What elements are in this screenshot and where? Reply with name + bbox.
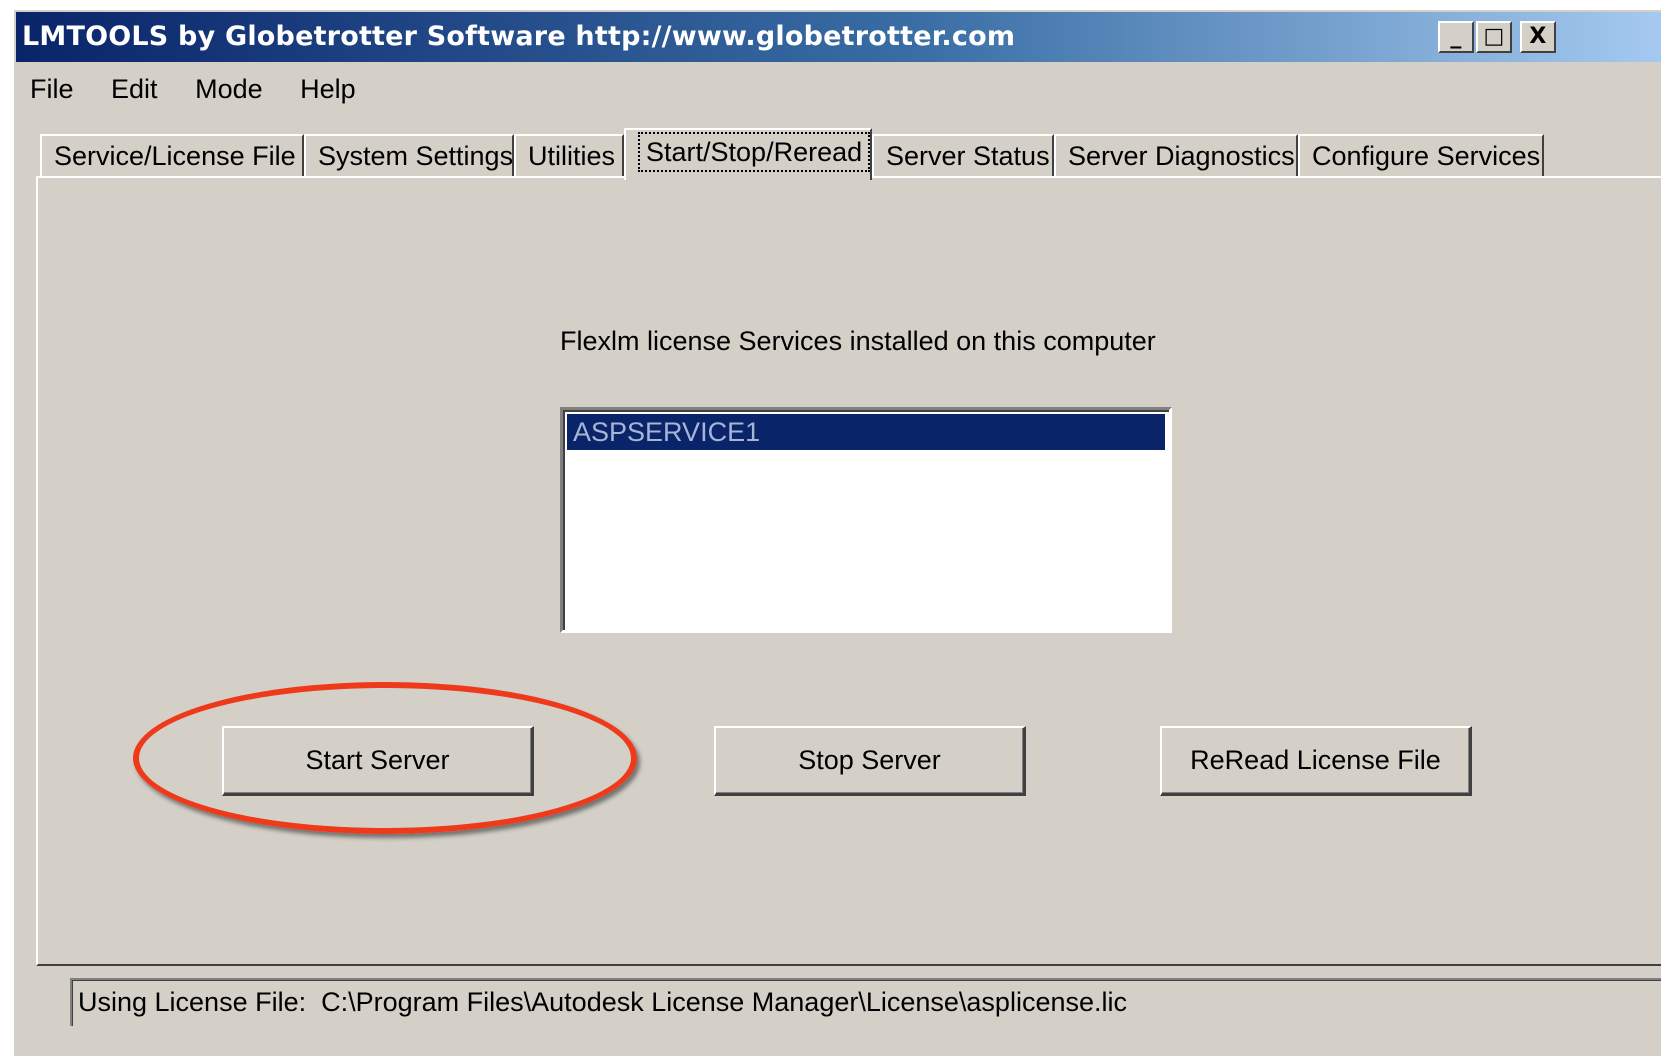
stop-server-button[interactable]: Stop Server bbox=[714, 726, 1026, 796]
tab-configure-services[interactable]: Configure Services bbox=[1298, 134, 1544, 178]
tab-service-license-file[interactable]: Service/License File bbox=[40, 134, 304, 178]
menu-edit[interactable]: Edit bbox=[111, 74, 158, 105]
close-button[interactable]: X bbox=[1520, 21, 1556, 53]
menu-help[interactable]: Help bbox=[300, 74, 356, 105]
start-server-button[interactable]: Start Server bbox=[222, 726, 534, 796]
list-item-selected[interactable]: ASPSERVICE1 bbox=[567, 414, 1165, 450]
tab-utilities[interactable]: Utilities bbox=[514, 134, 624, 178]
tab-server-status[interactable]: Server Status bbox=[872, 134, 1054, 178]
minimize-button[interactable]: _ bbox=[1438, 21, 1474, 53]
window-title: LMTOOLS by Globetrotter Software http://… bbox=[22, 21, 1016, 52]
tab-system-settings[interactable]: System Settings bbox=[304, 134, 514, 178]
services-listbox[interactable]: ASPSERVICE1 bbox=[560, 407, 1172, 633]
tab-start-stop-reread-label: Start/Stop/Reread bbox=[638, 132, 871, 172]
tab-start-stop-reread[interactable]: Start/Stop/Reread bbox=[624, 128, 872, 180]
menu-mode[interactable]: Mode bbox=[195, 74, 263, 105]
title-bar[interactable]: LMTOOLS by Globetrotter Software http://… bbox=[16, 12, 1661, 62]
menu-bar: File Edit Mode Help bbox=[30, 74, 386, 114]
reread-license-file-button[interactable]: ReRead License File bbox=[1160, 726, 1472, 796]
menu-file[interactable]: File bbox=[30, 74, 74, 105]
maximize-button[interactable]: □ bbox=[1476, 21, 1512, 53]
services-label: Flexlm license Services installed on thi… bbox=[560, 326, 1156, 356]
tab-server-diagnostics[interactable]: Server Diagnostics bbox=[1054, 134, 1298, 178]
status-bar: Using License File: C:\Program Files\Aut… bbox=[70, 978, 1661, 1026]
